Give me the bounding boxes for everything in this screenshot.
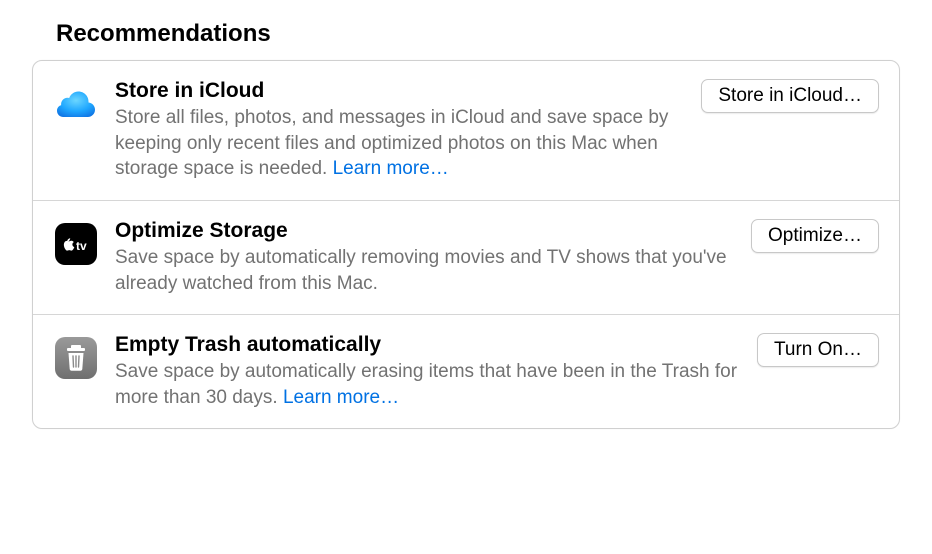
- recommendation-row-icloud: Store in iCloud Store all files, photos,…: [33, 61, 899, 201]
- row-content: Empty Trash automatically Save space by …: [115, 333, 741, 410]
- appletv-icon: tv: [53, 221, 99, 267]
- optimize-button[interactable]: Optimize…: [751, 219, 879, 253]
- row-description: Save space by automatically erasing item…: [115, 359, 741, 410]
- recommendations-list: Store in iCloud Store all files, photos,…: [32, 60, 900, 429]
- row-title: Optimize Storage: [115, 219, 735, 243]
- turn-on-button[interactable]: Turn On…: [757, 333, 879, 367]
- row-content: Store in iCloud Store all files, photos,…: [115, 79, 685, 182]
- row-content: Optimize Storage Save space by automatic…: [115, 219, 735, 296]
- section-title: Recommendations: [32, 20, 900, 48]
- learn-more-link[interactable]: Learn more…: [333, 158, 449, 179]
- recommendation-row-trash: Empty Trash automatically Save space by …: [33, 315, 899, 428]
- store-in-icloud-button[interactable]: Store in iCloud…: [701, 79, 879, 113]
- row-title: Empty Trash automatically: [115, 333, 741, 357]
- recommendation-row-optimize: tv Optimize Storage Save space by automa…: [33, 201, 899, 315]
- svg-text:tv: tv: [76, 239, 87, 253]
- icloud-icon: [53, 81, 99, 127]
- trash-icon: [53, 335, 99, 381]
- learn-more-link[interactable]: Learn more…: [283, 387, 399, 408]
- row-title: Store in iCloud: [115, 79, 685, 103]
- row-description: Store all files, photos, and messages in…: [115, 105, 685, 182]
- row-description: Save space by automatically removing mov…: [115, 245, 735, 296]
